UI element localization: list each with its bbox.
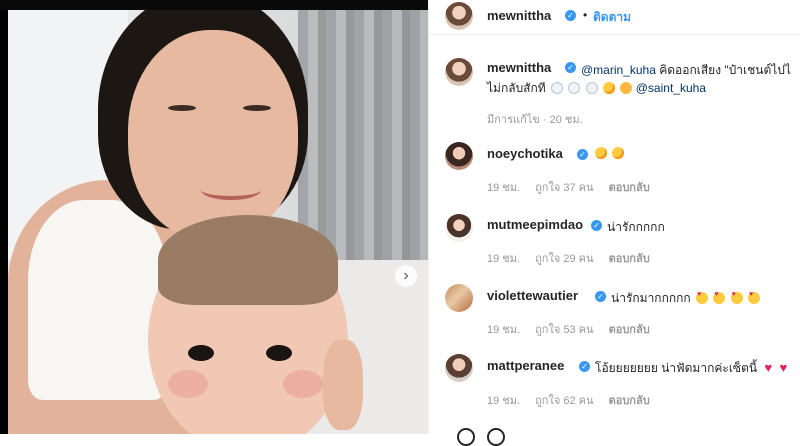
thought-bubble-emoji-icon xyxy=(551,82,564,94)
header-username[interactable]: mewnittha xyxy=(487,8,551,23)
mother-smile xyxy=(201,180,261,200)
comment-text xyxy=(593,146,625,160)
caption-text-2: ไม่กลับสักที xyxy=(487,81,546,95)
heart-icon[interactable] xyxy=(457,428,475,446)
comment-avatar[interactable] xyxy=(445,284,473,312)
comment-avatar[interactable] xyxy=(445,214,473,242)
caption-text-1: คิดออกเสียง "ป๋าเชนต์ไปไ xyxy=(659,63,791,77)
mention-link[interactable]: @saint_kuha xyxy=(636,81,706,95)
mother-white-top xyxy=(28,200,168,400)
post-header: mewnittha ✓ • ติดตาม xyxy=(429,0,800,35)
baby-right-eye xyxy=(266,345,292,361)
reply-button[interactable]: ตอบกลับ xyxy=(609,395,650,407)
mother-left-eye xyxy=(168,105,196,111)
rofl-emoji-icon xyxy=(620,82,633,94)
action-bar xyxy=(457,424,557,446)
comment-time: 19 ชม. xyxy=(487,395,521,407)
verified-badge-icon: ✓ xyxy=(577,149,588,160)
comment-likes[interactable]: ถูกใจ 53 คน xyxy=(535,324,593,336)
thought-bubble-emoji-icon xyxy=(568,82,581,94)
comment-text-content: น่ารักมากกกกก xyxy=(611,291,691,305)
post-image-pane: › xyxy=(0,0,428,434)
comment-likes[interactable]: ถูกใจ 37 คน xyxy=(535,182,593,194)
kissing-heart-emoji-icon xyxy=(595,147,607,159)
baby-left-cheek xyxy=(168,370,208,398)
reply-button[interactable]: ตอบกลับ xyxy=(609,253,650,265)
comment-time: 19 ชม. xyxy=(487,182,521,194)
comment-text-content: โอ้ยยยยยยย น่าฟัดมากค่ะเซ็ตนี้ xyxy=(595,361,758,375)
mother-right-eye xyxy=(243,105,271,111)
comment-text: น่ารักมากกกกก xyxy=(611,289,761,308)
top-bar xyxy=(0,0,428,10)
comment-meta: 19 ชม. ถูกใจ 53 คน ตอบกลับ xyxy=(487,320,662,338)
comment-username[interactable]: noeychotika xyxy=(487,146,563,161)
reply-button[interactable]: ตอบกลับ xyxy=(609,324,650,336)
comment-meta: 19 ชม. ถูกใจ 62 คน ตอบกลับ xyxy=(487,391,662,409)
baby-left-eye xyxy=(188,345,214,361)
verified-badge-icon: ✓ xyxy=(591,220,602,231)
comment-likes[interactable]: ถูกใจ 29 คน xyxy=(535,253,593,265)
post-sidebar: mewnittha ✓ • ติดตาม mewnittha ✓ @marin_… xyxy=(428,0,800,446)
heart-eyes-emoji-icon xyxy=(713,291,726,304)
caption-avatar[interactable] xyxy=(445,58,473,86)
grimace-emoji-icon xyxy=(603,82,616,94)
kissing-heart-emoji-icon xyxy=(612,147,625,159)
comment-avatar[interactable] xyxy=(445,354,473,382)
baby-right-cheek xyxy=(283,370,323,398)
comment-meta: 19 ชม. ถูกใจ 37 คน ตอบกลับ xyxy=(487,178,662,196)
comment-text: โอ้ยยยยยยย น่าฟัดมากค่ะเซ็ตนี้ ♥ ♥ xyxy=(595,359,787,378)
post-photo[interactable] xyxy=(8,10,428,434)
comment-time: 19 ชม. xyxy=(487,253,521,265)
verified-badge-icon: ✓ xyxy=(579,361,590,372)
reply-button[interactable]: ตอบกลับ xyxy=(609,182,650,194)
mother-face xyxy=(128,30,298,240)
caption-meta: มีการแก้ไข · 20 ชม. xyxy=(487,114,583,126)
follow-button[interactable]: ติดตาม xyxy=(593,8,631,27)
red-heart-emoji-icon: ♥ xyxy=(764,360,773,375)
heart-eyes-emoji-icon xyxy=(730,291,743,304)
caption-username[interactable]: mewnittha xyxy=(487,60,551,75)
next-image-button[interactable]: › xyxy=(395,265,417,287)
baby-hand xyxy=(323,340,363,430)
baby-hair xyxy=(158,215,338,305)
thought-bubble-emoji-icon xyxy=(585,82,598,94)
heart-eyes-emoji-icon xyxy=(748,291,761,304)
comment-row: noeychotika xyxy=(487,146,563,161)
heart-eyes-emoji-icon xyxy=(695,291,708,304)
comment-username[interactable]: mutmeepimdao xyxy=(487,217,583,232)
comment-time: 19 ชม. xyxy=(487,324,521,336)
comment-likes[interactable]: ถูกใจ 62 คน xyxy=(535,395,593,407)
verified-badge-icon: ✓ xyxy=(565,62,576,73)
comment-text: น่ารักกกกก xyxy=(607,220,665,234)
comment-username[interactable]: violettewautier xyxy=(487,288,578,303)
comment-meta: 19 ชม. ถูกใจ 29 คน ตอบกลับ xyxy=(487,249,662,267)
comment-username[interactable]: mattperanee xyxy=(487,358,564,373)
red-heart-emoji-icon: ♥ xyxy=(779,360,788,375)
caption-line-2: ไม่กลับสักที @saint_kuha xyxy=(487,79,706,98)
verified-badge-icon: ✓ xyxy=(565,10,576,21)
verified-badge-icon: ✓ xyxy=(595,291,606,302)
caption-line-1: @marin_kuha คิดออกเสียง "ป๋าเชนต์ไปไ xyxy=(581,61,791,80)
chevron-right-icon: › xyxy=(403,267,409,284)
mention-link[interactable]: @marin_kuha xyxy=(581,63,656,77)
comment-icon[interactable] xyxy=(487,428,505,446)
comment-avatar[interactable] xyxy=(445,142,473,170)
avatar[interactable] xyxy=(445,2,473,30)
separator: • xyxy=(583,8,588,22)
